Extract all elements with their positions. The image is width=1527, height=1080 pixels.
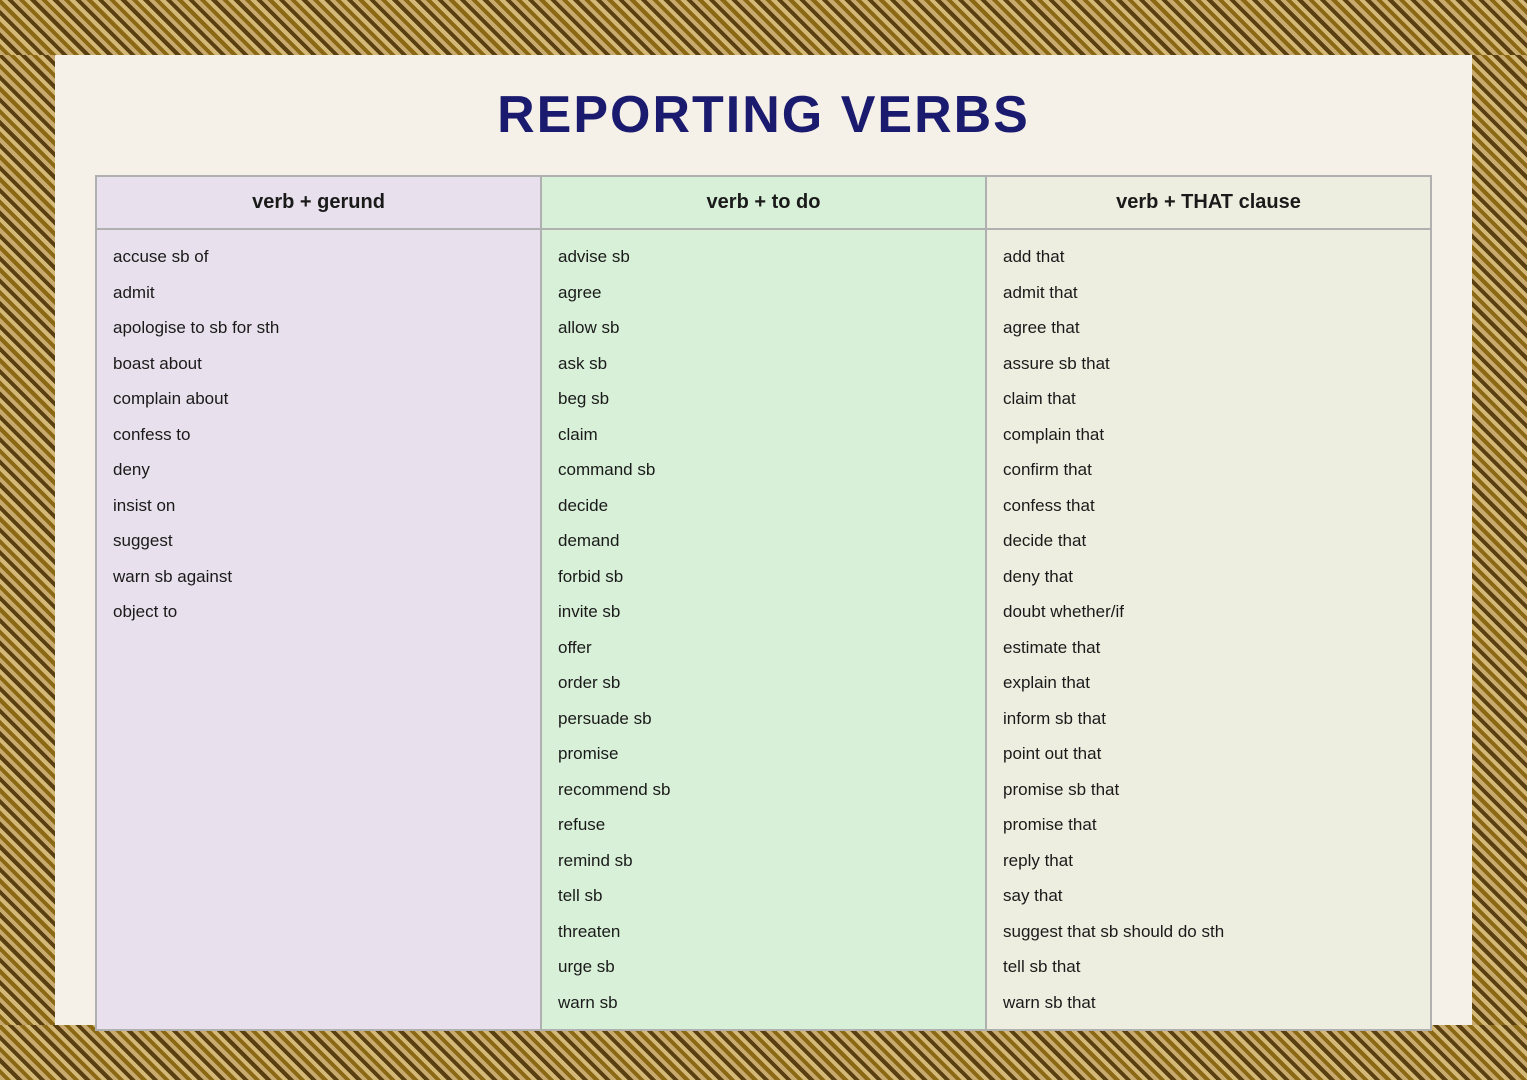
list-item: demand [558, 524, 969, 558]
list-item: ask sb [558, 347, 969, 381]
col-body-gerund: accuse sb ofadmitapologise to sb for sth… [97, 230, 540, 639]
list-item: promise sb that [1003, 773, 1414, 807]
list-item: admit that [1003, 276, 1414, 310]
border-bottom [0, 1025, 1527, 1080]
column-todo: verb + to do advise sbagreeallow sbask s… [542, 177, 987, 1029]
list-item: confess that [1003, 489, 1414, 523]
border-left [0, 55, 55, 1025]
list-item: say that [1003, 879, 1414, 913]
list-item: deny that [1003, 560, 1414, 594]
list-item: explain that [1003, 666, 1414, 700]
list-item: decide [558, 489, 969, 523]
list-item: claim [558, 418, 969, 452]
list-item: confess to [113, 418, 524, 452]
list-item: doubt whether/if [1003, 595, 1414, 629]
list-item: deny [113, 453, 524, 487]
list-item: promise [558, 737, 969, 771]
list-item: point out that [1003, 737, 1414, 771]
list-item: boast about [113, 347, 524, 381]
list-item: allow sb [558, 311, 969, 345]
list-item: decide that [1003, 524, 1414, 558]
list-item: apologise to sb for sth [113, 311, 524, 345]
list-item: warn sb [558, 986, 969, 1020]
main-content: REPORTING VERBS verb + gerund accuse sb … [55, 55, 1472, 1025]
border-right [1472, 55, 1527, 1025]
list-item: estimate that [1003, 631, 1414, 665]
list-item: reply that [1003, 844, 1414, 878]
list-item: agree [558, 276, 969, 310]
list-item: tell sb [558, 879, 969, 913]
verb-table: verb + gerund accuse sb ofadmitapologise… [95, 175, 1432, 1031]
list-item: offer [558, 631, 969, 665]
column-that: verb + THAT clause add thatadmit thatagr… [987, 177, 1430, 1029]
col-header-gerund: verb + gerund [97, 177, 540, 230]
list-item: accuse sb of [113, 240, 524, 274]
page-title: REPORTING VERBS [497, 85, 1030, 145]
list-item: suggest that sb should do sth [1003, 915, 1414, 949]
list-item: promise that [1003, 808, 1414, 842]
col-body-todo: advise sbagreeallow sbask sbbeg sbclaimc… [542, 230, 985, 1029]
col-header-todo: verb + to do [542, 177, 985, 230]
list-item: agree that [1003, 311, 1414, 345]
list-item: claim that [1003, 382, 1414, 416]
list-item: advise sb [558, 240, 969, 274]
list-item: complain about [113, 382, 524, 416]
list-item: insist on [113, 489, 524, 523]
page-background: REPORTING VERBS verb + gerund accuse sb … [0, 0, 1527, 1080]
list-item: forbid sb [558, 560, 969, 594]
list-item: remind sb [558, 844, 969, 878]
list-item: add that [1003, 240, 1414, 274]
list-item: beg sb [558, 382, 969, 416]
list-item: inform sb that [1003, 702, 1414, 736]
list-item: recommend sb [558, 773, 969, 807]
list-item: invite sb [558, 595, 969, 629]
list-item: urge sb [558, 950, 969, 984]
border-top [0, 0, 1527, 55]
list-item: object to [113, 595, 524, 629]
list-item: warn sb that [1003, 986, 1414, 1020]
list-item: warn sb against [113, 560, 524, 594]
col-header-that: verb + THAT clause [987, 177, 1430, 230]
list-item: threaten [558, 915, 969, 949]
list-item: refuse [558, 808, 969, 842]
list-item: tell sb that [1003, 950, 1414, 984]
list-item: order sb [558, 666, 969, 700]
list-item: assure sb that [1003, 347, 1414, 381]
list-item: complain that [1003, 418, 1414, 452]
list-item: command sb [558, 453, 969, 487]
column-gerund: verb + gerund accuse sb ofadmitapologise… [97, 177, 542, 1029]
list-item: admit [113, 276, 524, 310]
list-item: persuade sb [558, 702, 969, 736]
list-item: suggest [113, 524, 524, 558]
list-item: confirm that [1003, 453, 1414, 487]
col-body-that: add thatadmit thatagree thatassure sb th… [987, 230, 1430, 1029]
